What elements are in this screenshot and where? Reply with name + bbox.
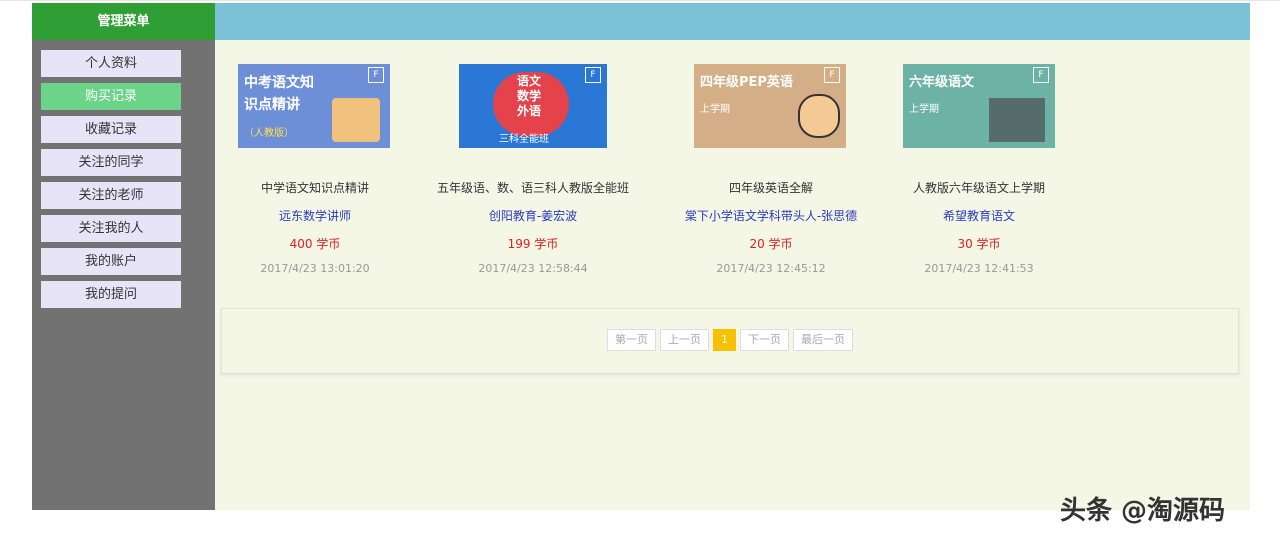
- teacher-link[interactable]: 创阳教育-姜宏波: [427, 207, 639, 224]
- course-price: 20 学币: [749, 237, 793, 251]
- brand-logo-icon: F: [824, 67, 840, 83]
- thumbnail-title-line: 外语: [517, 104, 542, 118]
- course-price: 400 学币: [289, 237, 341, 251]
- thumbnail-title-line: 中考语文知: [244, 75, 314, 91]
- brand-logo-icon: F: [368, 67, 384, 83]
- purchase-date: 2017/4/23 13:01:20: [260, 262, 370, 275]
- sidebar-item-favorites[interactable]: 收藏记录: [41, 116, 181, 143]
- teacher-link[interactable]: 远东数学讲师: [235, 207, 395, 224]
- next-page-button[interactable]: 下一页: [740, 329, 789, 351]
- pagination: 第一页 上一页 1 下一页 最后一页: [222, 329, 1238, 351]
- thumbnail-title-line: 数学: [517, 89, 542, 103]
- sidebar-item-account[interactable]: 我的账户: [41, 248, 181, 275]
- main-content: 中考语文知 识点精讲 （人教版） F 中学语文知识点精讲 远东数学讲师 400 …: [215, 40, 1250, 510]
- sidebar-item-purchases[interactable]: 购买记录: [41, 83, 181, 110]
- sidebar-item-followed-classmates[interactable]: 关注的同学: [41, 149, 181, 176]
- thumbnail-title-line: 识点精讲: [244, 97, 300, 113]
- sidebar-item-followers[interactable]: 关注我的人: [41, 215, 181, 242]
- current-page-button[interactable]: 1: [713, 329, 736, 351]
- thumbnail-subtitle: 三科全能班: [499, 134, 549, 145]
- sidebar-menu: 个人资料 购买记录 收藏记录 关注的同学 关注的老师 关注我的人 我的账户 我的…: [32, 40, 215, 510]
- book-illustration-icon: [332, 98, 380, 142]
- teacher-link[interactable]: 希望教育语文: [901, 207, 1057, 224]
- sidebar-header: 管理菜单: [32, 3, 215, 40]
- purchase-date: 2017/4/23 12:58:44: [478, 262, 588, 275]
- thumbnail-subtitle: 上学期: [700, 104, 730, 115]
- last-page-button[interactable]: 最后一页: [793, 329, 853, 351]
- course-title[interactable]: 中学语文知识点精讲: [235, 179, 395, 196]
- prev-page-button[interactable]: 上一页: [660, 329, 709, 351]
- course-title[interactable]: 人教版六年级语文上学期: [901, 179, 1057, 196]
- city-illustration-icon: [989, 98, 1045, 142]
- thumbnail-subtitle: （人教版）: [244, 128, 294, 139]
- first-page-button[interactable]: 第一页: [607, 329, 656, 351]
- brand-logo-icon: F: [585, 67, 601, 83]
- thumbnail-title-line: 四年级PEP英语: [700, 75, 793, 90]
- course-thumbnail[interactable]: 语文 数学 外语 三科全能班 F: [459, 64, 607, 148]
- course-thumbnail[interactable]: 六年级语文 上学期 F: [903, 64, 1055, 148]
- thumbnail-title-line: 语文: [517, 74, 542, 88]
- course-price: 30 学币: [957, 237, 1001, 251]
- course-title[interactable]: 四年级英语全解: [675, 179, 867, 196]
- watermark-text: 头条 @淘源码: [1060, 496, 1226, 526]
- top-divider: [0, 0, 1280, 1]
- course-thumbnail[interactable]: 四年级PEP英语 上学期 F: [694, 64, 846, 148]
- thumbnail-title-line: 六年级语文: [909, 75, 975, 90]
- course-price: 199 学币: [507, 237, 559, 251]
- teacher-link[interactable]: 棠下小学语文学科带头人-张思德: [675, 207, 867, 224]
- brand-logo-icon: F: [1033, 67, 1049, 83]
- pagination-panel: 第一页 上一页 1 下一页 最后一页: [221, 308, 1239, 374]
- sidebar-item-profile[interactable]: 个人资料: [41, 50, 181, 77]
- sidebar-item-questions[interactable]: 我的提问: [41, 281, 181, 308]
- purchase-date: 2017/4/23 12:45:12: [716, 262, 826, 275]
- thumbnail-subtitle: 上学期: [909, 104, 939, 115]
- purchase-date: 2017/4/23 12:41:53: [924, 262, 1034, 275]
- top-banner: [215, 3, 1250, 40]
- sidebar-item-followed-teachers[interactable]: 关注的老师: [41, 182, 181, 209]
- cartoon-boy-icon: [798, 94, 840, 138]
- course-thumbnail[interactable]: 中考语文知 识点精讲 （人教版） F: [238, 64, 390, 148]
- course-title[interactable]: 五年级语、数、语三科人教版全能班: [427, 179, 639, 196]
